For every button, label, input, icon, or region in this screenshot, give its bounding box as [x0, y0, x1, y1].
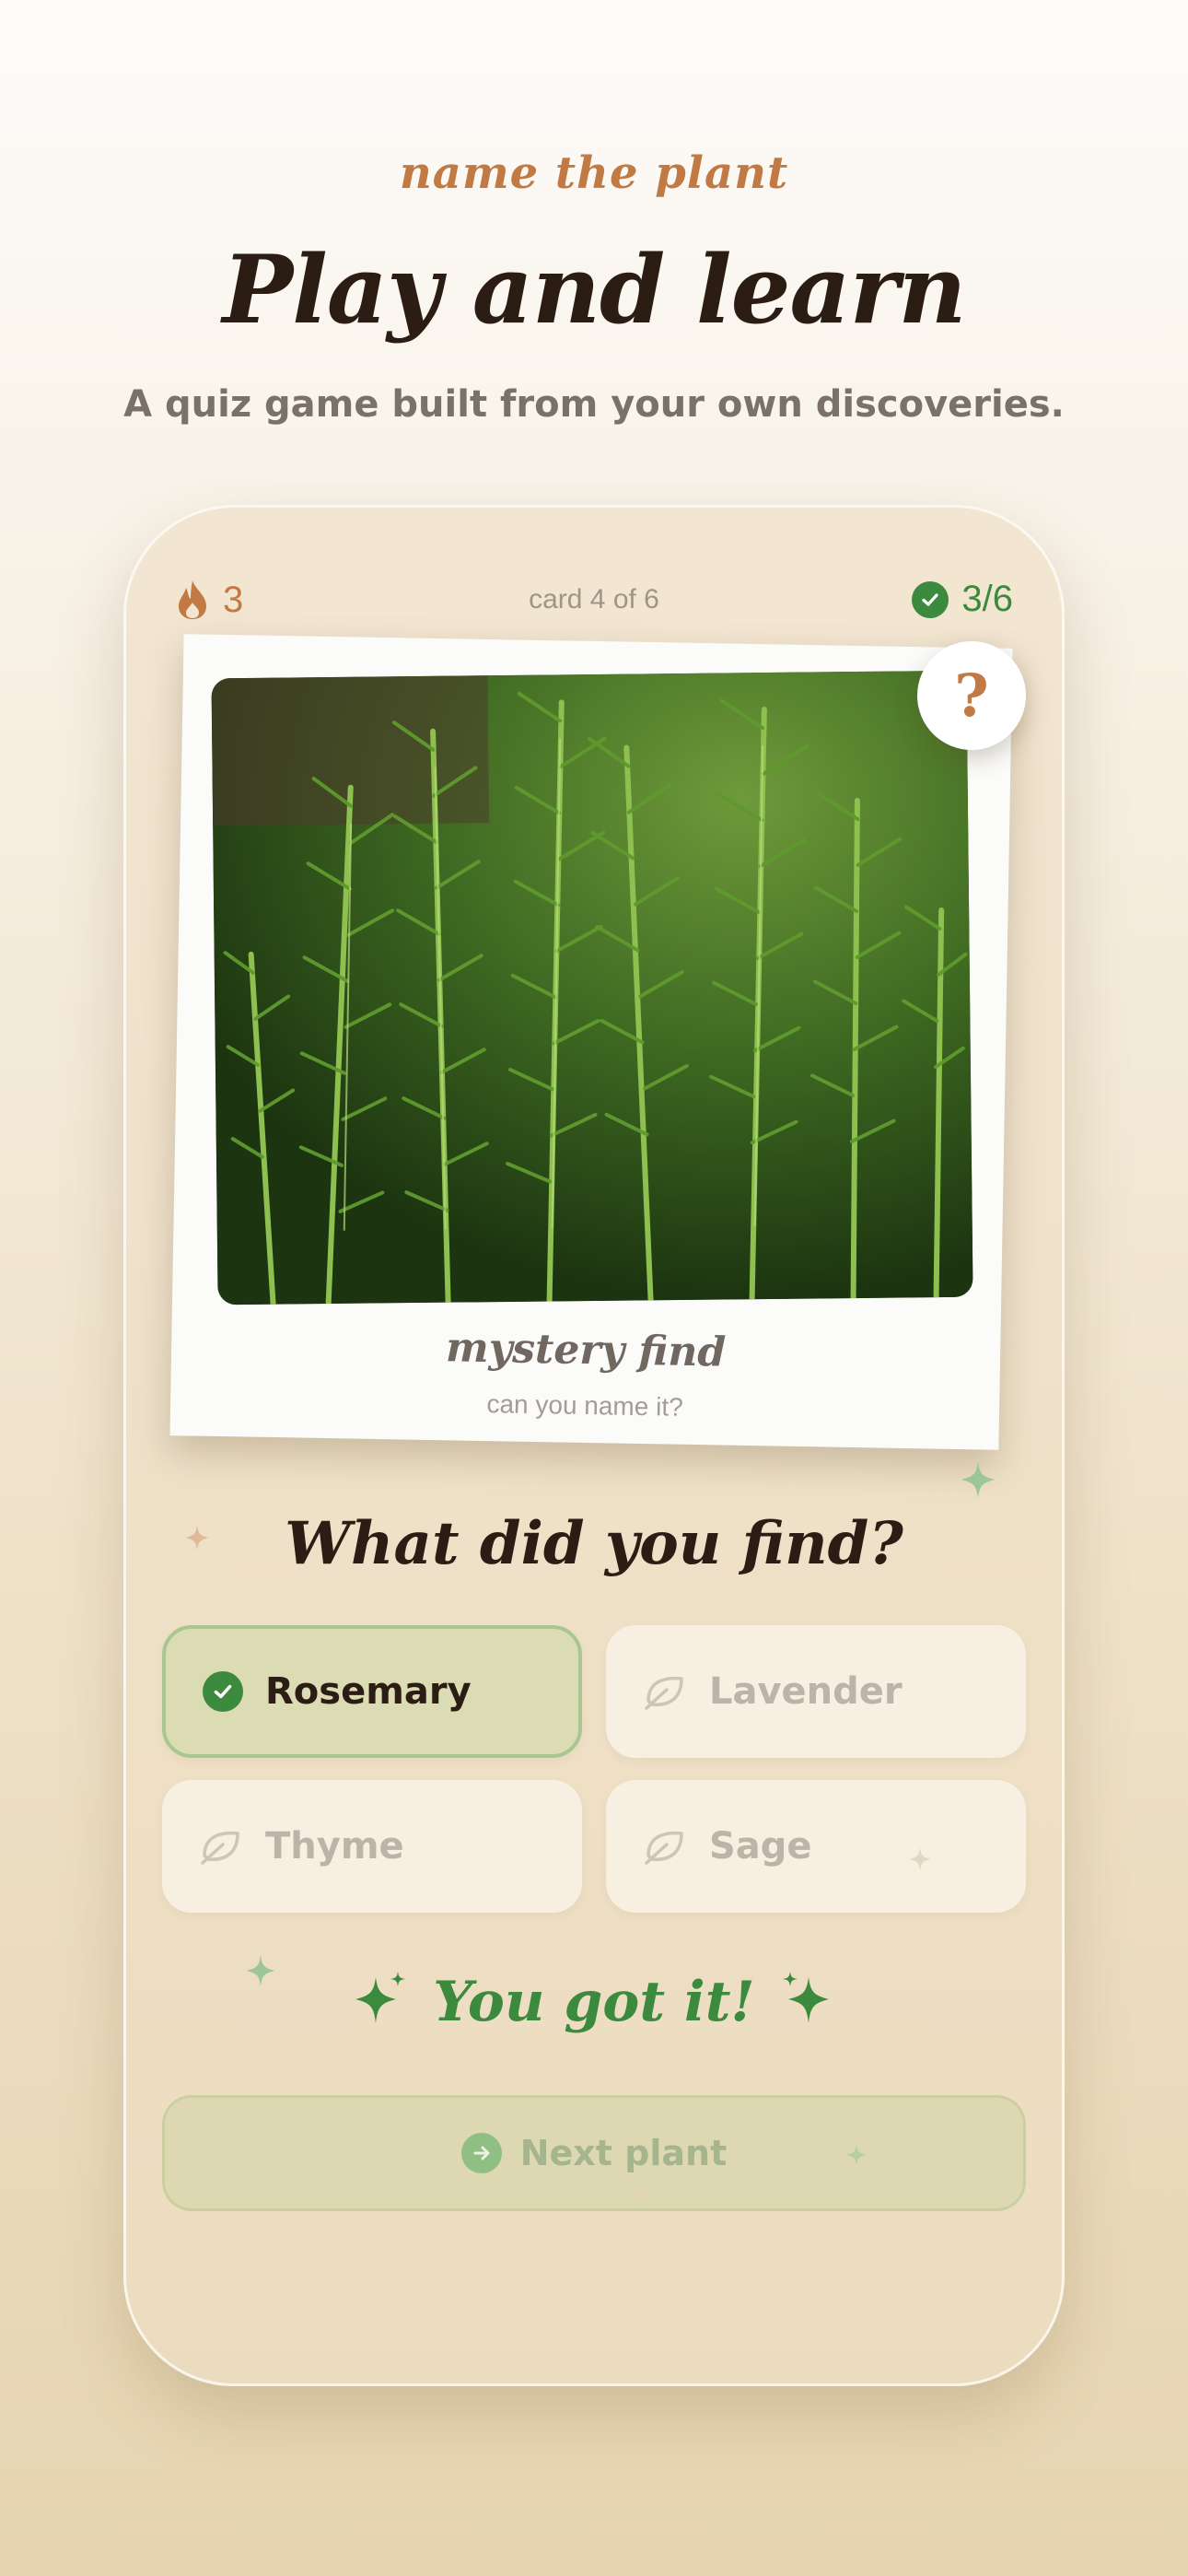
- quiz-question: What did you find?: [285, 1509, 903, 1578]
- answer-option-rosemary[interactable]: Rosemary: [162, 1625, 582, 1758]
- photo-card: mystery find can you name it?: [169, 634, 1013, 1450]
- plant-photo: [211, 670, 973, 1306]
- header-kicker: name the plant: [399, 147, 789, 199]
- next-plant-label: Next plant: [519, 2133, 728, 2173]
- sparkle-icon: [246, 1955, 275, 1986]
- phone-frame: 3 card 4 of 6 3/6 mystery find can you n…: [123, 505, 1065, 2386]
- arrow-right-icon: [460, 2133, 502, 2173]
- leaf-icon: [645, 1676, 683, 1710]
- check-icon: [203, 1671, 243, 1712]
- rosemary-image: [211, 670, 973, 1306]
- photo-subcaption: can you name it?: [486, 1389, 683, 1422]
- score-count: 3/6: [961, 579, 1013, 619]
- sparkle-icon: [909, 1847, 931, 1871]
- page-title: Play and learn: [222, 235, 966, 345]
- check-icon: [912, 580, 949, 618]
- sparkle-icon: [782, 1972, 829, 2023]
- next-plant-button[interactable]: Next plant: [162, 2095, 1026, 2211]
- answer-option-lavender[interactable]: Lavender: [606, 1625, 1026, 1758]
- answer-option-thyme[interactable]: Thyme: [162, 1780, 582, 1913]
- leaf-icon: [645, 1831, 683, 1865]
- answer-label: Thyme: [265, 1825, 404, 1868]
- sparkle-icon: [961, 1461, 995, 1498]
- answer-option-sage[interactable]: Sage: [606, 1780, 1026, 1913]
- sparkle-icon: [355, 1972, 406, 2023]
- score-indicator: 3/6: [912, 579, 1013, 620]
- photo-caption: mystery find: [445, 1324, 727, 1376]
- answer-label: Sage: [709, 1825, 812, 1868]
- help-button[interactable]: ?: [917, 641, 1026, 750]
- page-subtitle: A quiz game built from your own discover…: [123, 383, 1065, 426]
- sparkle-icon: [185, 1525, 209, 1551]
- sparkle-icon: [633, 2183, 651, 2203]
- leaf-icon: [201, 1831, 239, 1865]
- sparkle-icon: [846, 2144, 867, 2166]
- answer-label: Lavender: [709, 1670, 903, 1713]
- feedback-text: You got it!: [433, 1970, 755, 2034]
- answer-label: Rosemary: [265, 1670, 472, 1713]
